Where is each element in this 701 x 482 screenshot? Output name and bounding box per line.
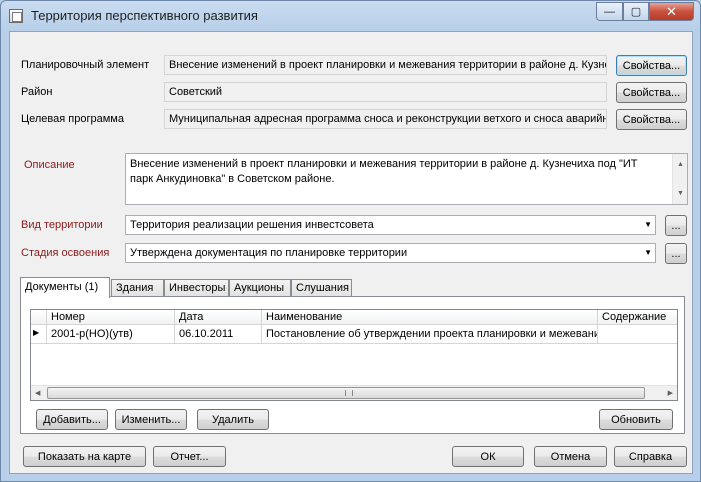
dropdown-arrow-icon[interactable]: ▼ — [644, 220, 652, 229]
description-line-2: парк Анкудиновка" в Советском районе. — [130, 173, 335, 185]
table-row-content[interactable] — [598, 325, 677, 344]
tab-auctions[interactable]: Аукционы — [229, 279, 291, 297]
title-bar[interactable]: Территория перспективного развития — ▢ ✕ — [1, 1, 700, 31]
scroll-grip-icon — [345, 390, 353, 396]
table-row-number[interactable]: 2001-р(НО)(утв) — [47, 325, 175, 344]
row-header-corner — [31, 310, 47, 325]
scroll-thumb[interactable] — [47, 387, 645, 399]
row-selector-icon[interactable]: ▶ — [31, 325, 47, 344]
refresh-button[interactable]: Обновить — [599, 409, 673, 430]
add-document-button[interactable]: Добавить... — [36, 409, 108, 430]
report-button[interactable]: Отчет... — [153, 446, 226, 467]
documents-tab-panel: Номер Дата Наименование Содержание ▶ 200… — [20, 296, 685, 434]
description-line-1: Внесение изменений в проект планировки и… — [130, 158, 638, 170]
stage-browse-button[interactable]: ... — [665, 243, 687, 264]
close-button[interactable]: ✕ — [649, 2, 694, 21]
table-row-date[interactable]: 06.10.2011 — [175, 325, 262, 344]
stage-label: Стадия освоения — [21, 247, 110, 259]
stage-value: Утверждена документация по планировке те… — [130, 247, 408, 259]
target-program-field: Муниципальная адресная программа сноса и… — [164, 109, 607, 129]
target-program-label: Целевая программа — [21, 113, 124, 125]
description-textarea[interactable]: Внесение изменений в проект планировки и… — [125, 153, 688, 205]
territory-type-label: Вид территории — [21, 219, 103, 231]
column-header-date[interactable]: Дата — [175, 310, 262, 325]
scroll-up-icon[interactable]: ▲ — [677, 157, 684, 172]
edit-document-button[interactable]: Изменить... — [115, 409, 187, 430]
ok-button[interactable]: ОК — [452, 446, 524, 467]
description-label: Описание — [24, 159, 75, 171]
scroll-left-icon[interactable]: ◀ — [35, 389, 40, 397]
column-header-name[interactable]: Наименование — [262, 310, 598, 325]
plan-element-properties-button[interactable]: Свойства... — [616, 55, 687, 76]
tab-investors[interactable]: Инвесторы — [164, 279, 229, 297]
district-label: Район — [21, 86, 53, 98]
description-scrollbar[interactable]: ▲ ▼ — [672, 154, 687, 204]
maximize-button[interactable]: ▢ — [623, 2, 649, 21]
scroll-down-icon[interactable]: ▼ — [677, 186, 684, 201]
grid-horizontal-scrollbar[interactable]: ◀ ▶ — [31, 385, 677, 400]
plan-element-label: Планировочный элемент — [21, 59, 150, 71]
minimize-button[interactable]: — — [596, 2, 623, 21]
target-program-properties-button[interactable]: Свойства... — [616, 109, 687, 130]
show-on-map-button[interactable]: Показать на карте — [23, 446, 146, 467]
territory-type-value: Территория реализации решения инвестсове… — [130, 219, 374, 231]
window-title: Территория перспективного развития — [31, 8, 258, 23]
dropdown-arrow-icon[interactable]: ▼ — [644, 248, 652, 257]
cancel-button[interactable]: Отмена — [534, 446, 607, 467]
help-button[interactable]: Справка — [614, 446, 687, 467]
territory-type-browse-button[interactable]: ... — [665, 215, 687, 236]
territory-type-select[interactable]: Территория реализации решения инвестсове… — [125, 215, 656, 235]
stage-select[interactable]: Утверждена документация по планировке те… — [125, 243, 656, 263]
delete-document-button[interactable]: Удалить — [197, 409, 269, 430]
tab-buildings[interactable]: Здания — [111, 279, 164, 297]
dialog-body: Планировочный элемент Внесение изменений… — [9, 31, 693, 474]
district-field: Советский — [164, 82, 607, 102]
district-properties-button[interactable]: Свойства... — [616, 82, 687, 103]
documents-grid[interactable]: Номер Дата Наименование Содержание ▶ 200… — [30, 309, 678, 401]
column-header-content[interactable]: Содержание — [598, 310, 677, 325]
column-header-number[interactable]: Номер — [47, 310, 175, 325]
table-row-name[interactable]: Постановление об утверждении проекта пла… — [262, 325, 598, 344]
tab-documents[interactable]: Документы (1) — [20, 277, 110, 298]
scroll-right-icon[interactable]: ▶ — [668, 389, 673, 397]
tab-hearings[interactable]: Слушания — [291, 279, 352, 297]
window-icon — [9, 9, 23, 23]
plan-element-field: Внесение изменений в проект планировки и… — [164, 55, 607, 75]
dialog-window: Территория перспективного развития — ▢ ✕… — [0, 0, 701, 482]
